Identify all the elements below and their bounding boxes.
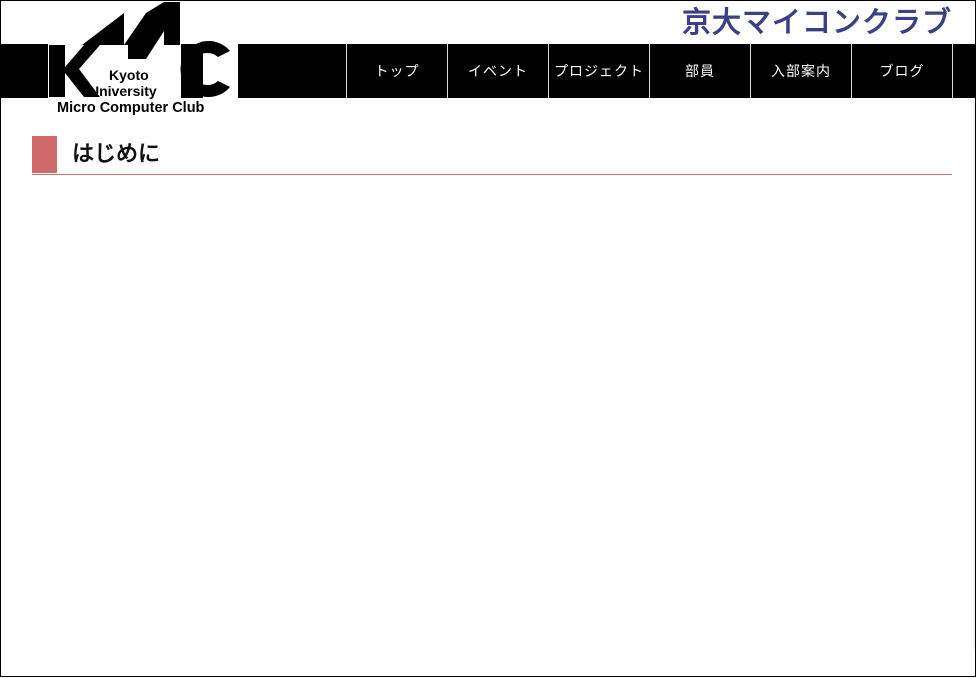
nav-item-events[interactable]: イベント — [447, 44, 548, 98]
nav-menu: トップ イベント プロジェクト 部員 入部案内 ブログ — [346, 44, 953, 98]
logo-text-club: Micro Computer Club — [57, 100, 205, 116]
nav-item-join[interactable]: 入部案内 — [750, 44, 851, 98]
section-heading: はじめに — [32, 136, 952, 175]
nav-item-top[interactable]: トップ — [346, 44, 447, 98]
nav-item-projects[interactable]: プロジェクト — [548, 44, 649, 98]
nav-item-blog[interactable]: ブログ — [851, 44, 953, 98]
site-title[interactable]: 京大マイコンクラブ — [682, 2, 952, 42]
logo-text-university: University — [89, 83, 157, 99]
nav-item-members[interactable]: 部員 — [649, 44, 750, 98]
page-title: はじめに — [72, 142, 161, 167]
heading-accent-marker — [32, 136, 57, 173]
logo-text-kyoto: Kyoto — [109, 67, 149, 83]
kmc-logo[interactable]: Kyoto University Micro Computer Club — [24, 1, 244, 119]
scrollbar[interactable] — [973, 98, 975, 650]
